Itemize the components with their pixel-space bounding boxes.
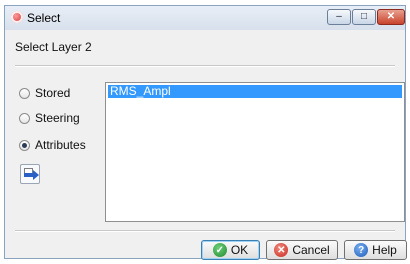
separator-bottom <box>15 230 395 232</box>
radio-label-steering: Steering <box>35 111 80 125</box>
radio-button[interactable] <box>19 87 30 99</box>
ok-label: OK <box>230 243 249 257</box>
help-label: Help <box>372 243 397 257</box>
app-icon <box>11 11 23 23</box>
title-bar[interactable]: Select – □ ✕ <box>5 6 405 30</box>
cancel-circle-icon: ✕ <box>274 243 289 257</box>
radio-button[interactable] <box>19 112 30 124</box>
radio-steering[interactable]: Steering <box>19 110 80 126</box>
dialog-heading: Select Layer 2 <box>15 40 92 54</box>
cancel-label: Cancel <box>292 243 330 257</box>
layer-listbox[interactable]: RMS_Ampl <box>105 82 405 222</box>
apply-arrow-icon[interactable] <box>20 164 40 184</box>
close-button[interactable]: ✕ <box>377 9 405 25</box>
select-dialog: Select – □ ✕ Select Layer 2 Stored Steer… <box>4 5 407 260</box>
ok-button[interactable]: ✓ OK <box>201 240 260 260</box>
check-circle-icon: ✓ <box>212 243 227 257</box>
cancel-button[interactable]: ✕ Cancel <box>266 240 338 260</box>
help-button[interactable]: ? Help <box>344 240 407 260</box>
radio-attributes[interactable]: Attributes <box>19 137 86 153</box>
radio-label-attributes: Attributes <box>35 138 86 152</box>
list-item[interactable]: RMS_Ampl <box>108 85 402 98</box>
radio-stored[interactable]: Stored <box>19 85 70 101</box>
window-title: Select <box>27 11 61 25</box>
minimize-button[interactable]: – <box>327 9 351 25</box>
maximize-button[interactable]: □ <box>352 9 376 25</box>
radio-label-stored: Stored <box>35 86 71 100</box>
separator-top <box>15 65 395 67</box>
help-circle-icon: ? <box>354 243 369 257</box>
radio-button-selected[interactable] <box>19 139 30 151</box>
